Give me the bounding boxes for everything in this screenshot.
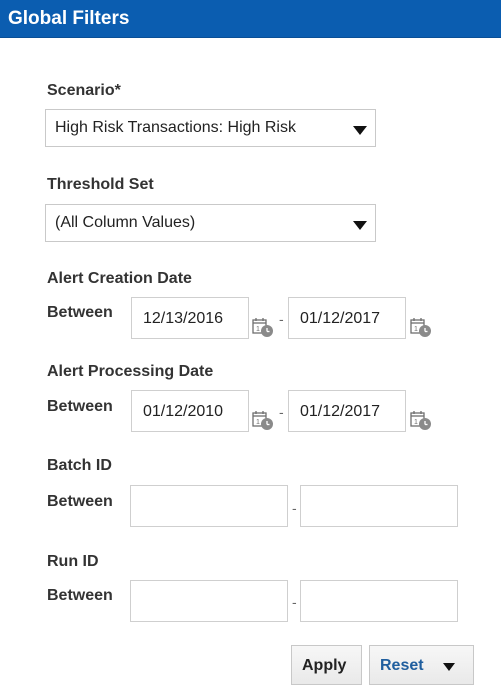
chevron-down-icon: [443, 663, 455, 671]
alert-creation-from-input[interactable]: 12/13/2016: [131, 297, 249, 339]
panel-title: Global Filters: [8, 8, 130, 29]
alert-processing-from-value: 01/12/2010: [143, 403, 224, 420]
range-separator: -: [279, 311, 284, 327]
range-separator: -: [292, 500, 297, 516]
alert-processing-between-label: Between: [47, 398, 113, 415]
alert-creation-between-label: Between: [47, 304, 113, 321]
calendar-icon[interactable]: 1: [252, 316, 274, 338]
calendar-icon[interactable]: 1: [410, 316, 432, 338]
threshold-set-label: Threshold Set: [47, 176, 154, 193]
alert-creation-from-value: 12/13/2016: [143, 310, 224, 327]
scenario-select[interactable]: High Risk Transactions: High Risk: [45, 109, 376, 147]
apply-button-label: Apply: [302, 657, 347, 674]
batch-id-label: Batch ID: [47, 457, 112, 474]
panel-header: Global Filters: [0, 0, 501, 38]
batch-id-to-input[interactable]: [300, 485, 458, 527]
alert-creation-date-label: Alert Creation Date: [47, 270, 192, 287]
scenario-label: Scenario*: [47, 82, 121, 99]
alert-processing-to-input[interactable]: 01/12/2017: [288, 390, 406, 432]
alert-processing-to-value: 01/12/2017: [300, 403, 381, 420]
svg-text:1: 1: [414, 419, 418, 426]
range-separator: -: [292, 594, 297, 610]
calendar-icon[interactable]: 1: [252, 409, 274, 431]
apply-button[interactable]: Apply: [291, 645, 362, 685]
reset-button[interactable]: Reset: [369, 645, 474, 685]
scenario-value: High Risk Transactions: High Risk: [55, 119, 296, 136]
chevron-down-icon[interactable]: [353, 126, 367, 135]
alert-creation-to-value: 01/12/2017: [300, 310, 381, 327]
alert-processing-from-input[interactable]: 01/12/2010: [131, 390, 249, 432]
svg-text:1: 1: [256, 326, 260, 333]
reset-button-label: Reset: [380, 657, 424, 674]
chevron-down-icon[interactable]: [353, 221, 367, 230]
run-id-between-label: Between: [47, 587, 113, 604]
alert-processing-date-label: Alert Processing Date: [47, 363, 214, 380]
batch-id-from-input[interactable]: [130, 485, 288, 527]
svg-text:1: 1: [256, 419, 260, 426]
range-separator: -: [279, 404, 284, 420]
threshold-set-value: (All Column Values): [55, 214, 196, 231]
run-id-from-input[interactable]: [130, 580, 288, 622]
global-filters-panel: Global Filters Scenario* High Risk Trans…: [0, 0, 501, 690]
threshold-set-select[interactable]: (All Column Values): [45, 204, 376, 242]
batch-id-between-label: Between: [47, 493, 113, 510]
run-id-label: Run ID: [47, 553, 99, 570]
calendar-icon[interactable]: 1: [410, 409, 432, 431]
svg-text:1: 1: [414, 326, 418, 333]
run-id-to-input[interactable]: [300, 580, 458, 622]
alert-creation-to-input[interactable]: 01/12/2017: [288, 297, 406, 339]
